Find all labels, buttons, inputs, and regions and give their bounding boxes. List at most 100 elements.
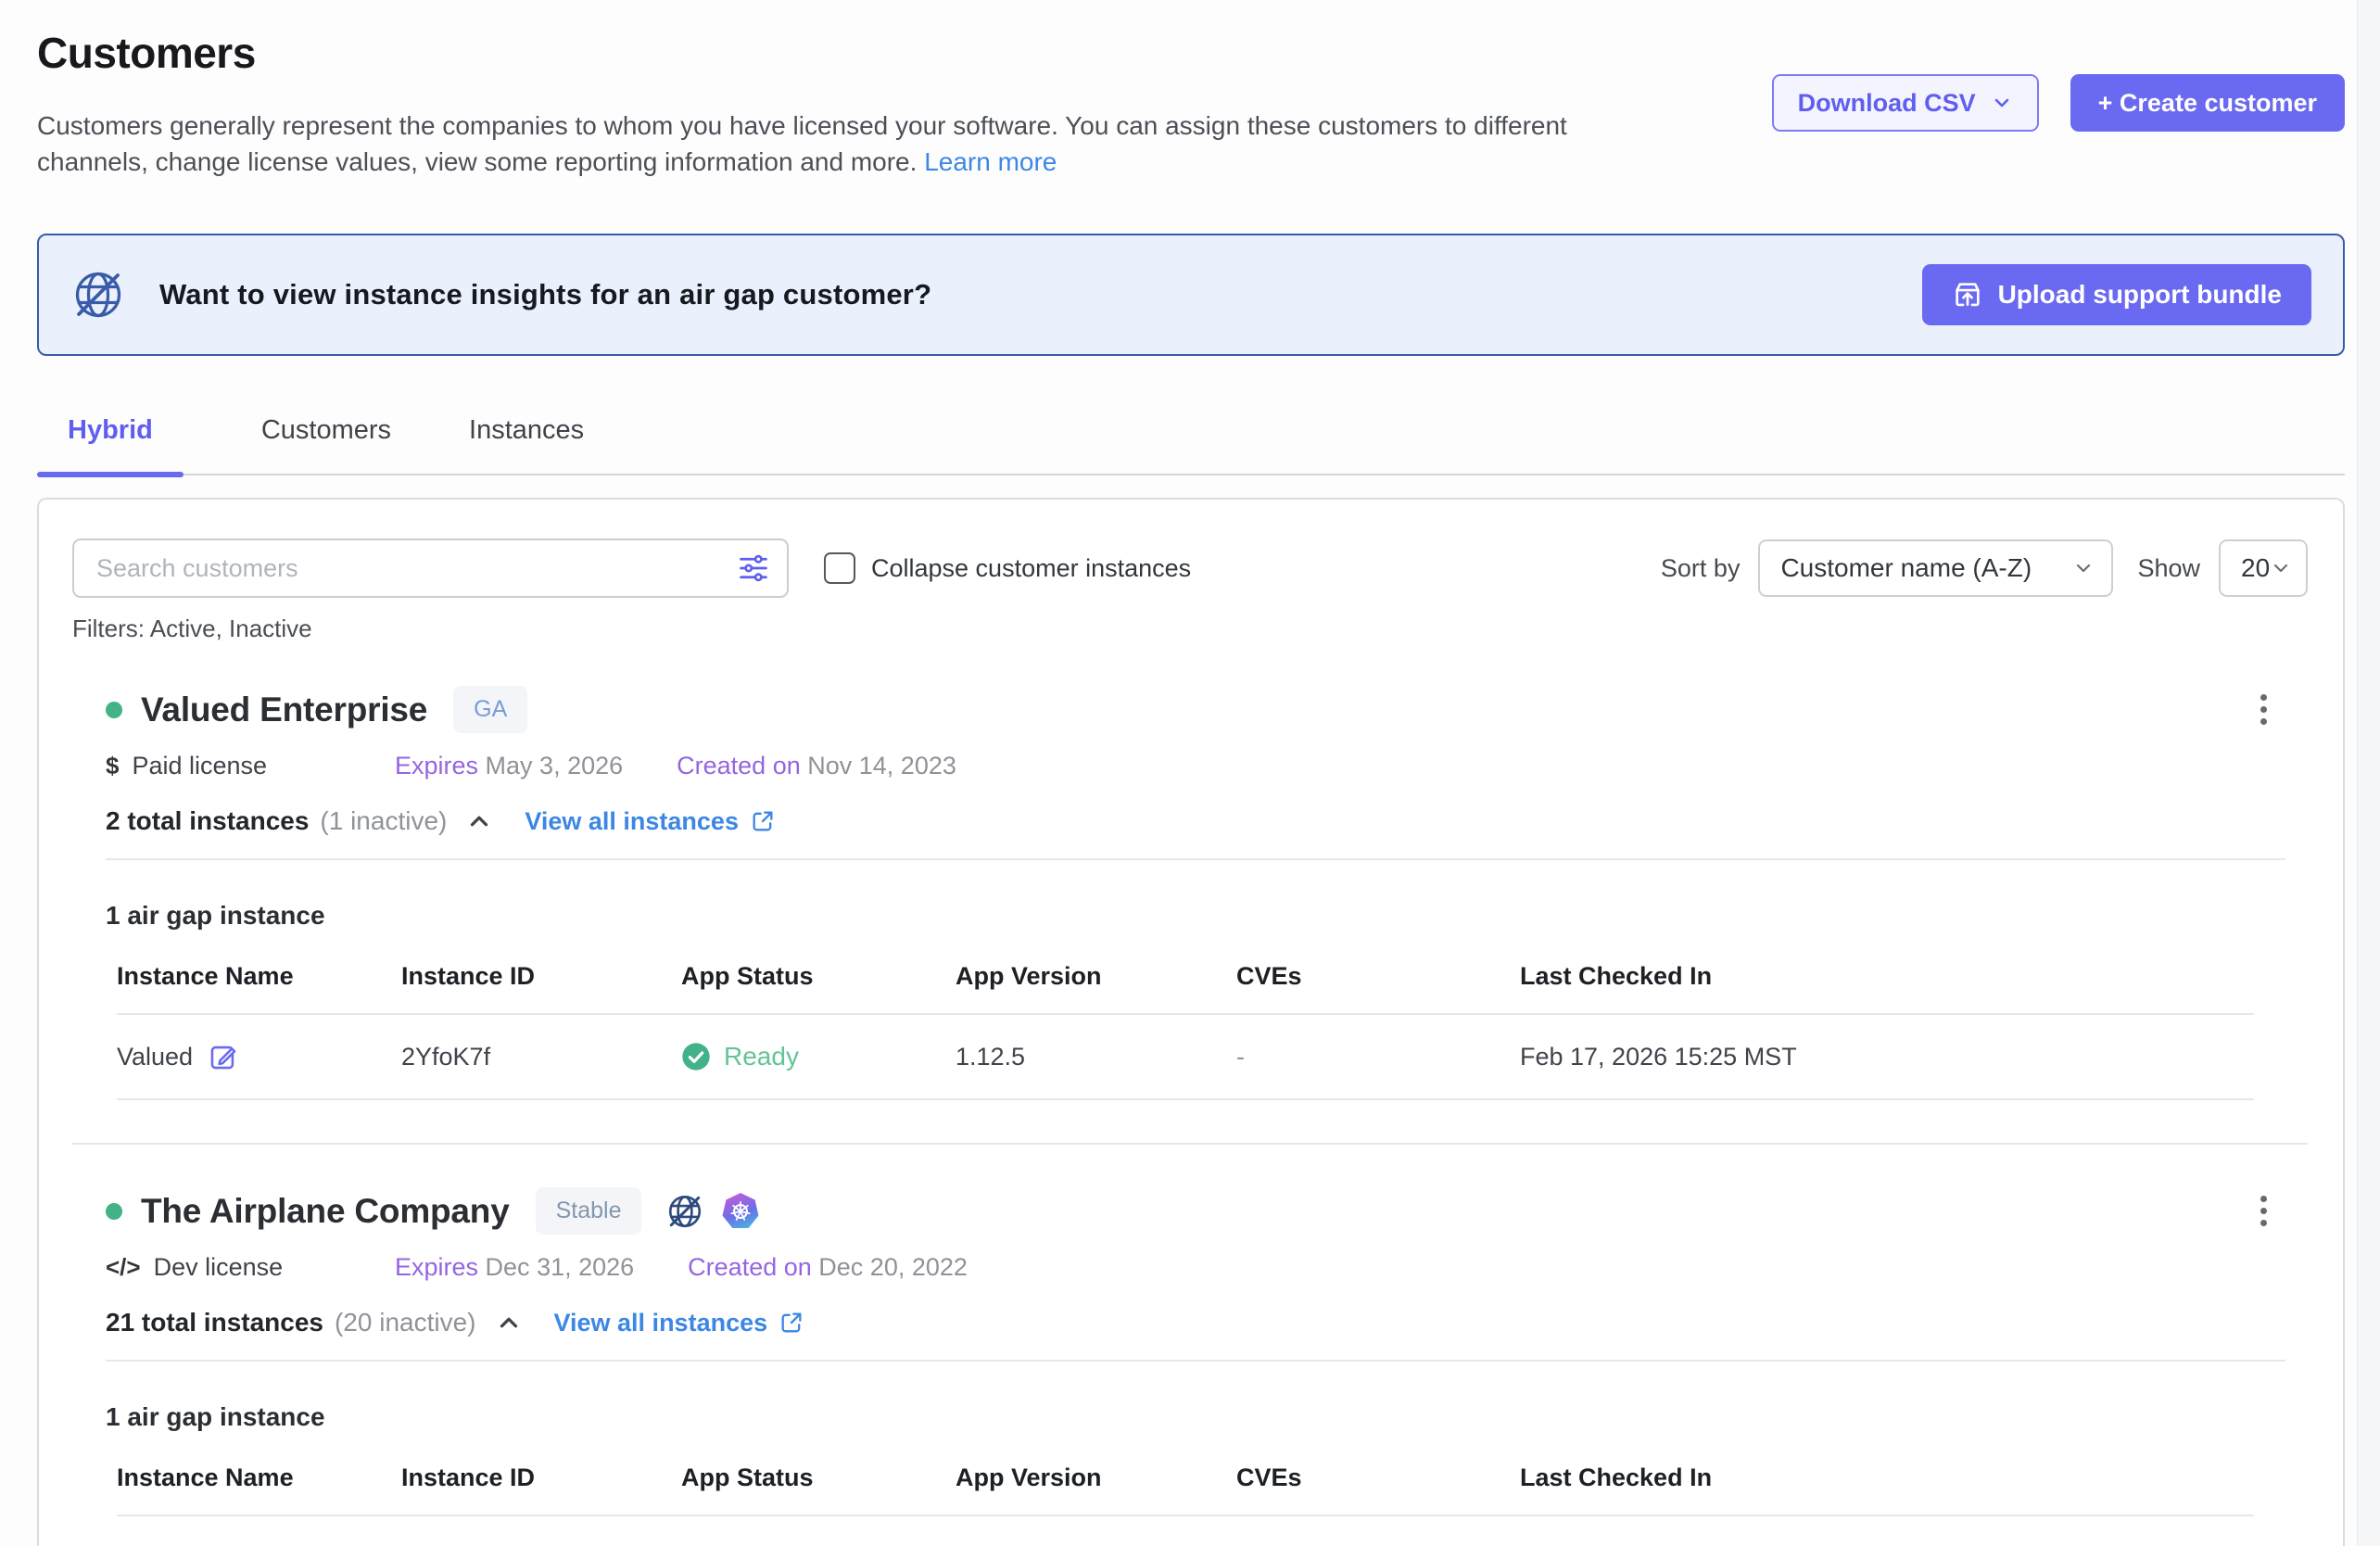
collapse-instances-checkbox[interactable] xyxy=(824,552,855,584)
instance-name: Valued xyxy=(117,1043,193,1071)
app-status-cell: Ready xyxy=(681,1042,956,1071)
search-wrap xyxy=(72,539,789,598)
collapse-instances-label: Collapse customer instances xyxy=(871,554,1191,583)
toolbar-right: Sort by Customer name (A-Z) Show 20 xyxy=(1661,539,2308,597)
customer-name[interactable]: The Airplane Company xyxy=(141,1192,510,1231)
section-divider xyxy=(106,858,2285,860)
table-header-row: Instance Name Instance ID App Status App… xyxy=(117,1464,2254,1516)
license-type: </> Dev license xyxy=(106,1253,395,1282)
chevron-down-icon xyxy=(2072,557,2095,579)
customer-menu-button[interactable] xyxy=(2255,1190,2272,1232)
customer-name[interactable]: Valued Enterprise xyxy=(141,691,427,729)
view-all-instances-link[interactable]: View all instances xyxy=(525,807,776,836)
customer-capability-icons xyxy=(665,1192,760,1231)
sort-select-value: Customer name (A-Z) xyxy=(1780,553,2032,583)
instances-summary-row: 21 total instances (20 inactive) View al… xyxy=(106,1308,2291,1337)
external-link-icon xyxy=(779,1310,804,1336)
col-cves: CVEs xyxy=(1236,1464,1520,1492)
view-all-instances-label: View all instances xyxy=(525,807,739,836)
total-instances-count: 21 total instances xyxy=(106,1308,323,1337)
tab-customers[interactable]: Customers xyxy=(261,415,391,474)
airgap-instance-count: 1 air gap instance xyxy=(106,1402,2291,1432)
customers-panel: Collapse customer instances Sort by Cust… xyxy=(37,498,2345,1546)
channel-badge: GA xyxy=(453,686,527,733)
page-header: Customers Customers generally represent … xyxy=(37,28,2345,180)
col-app-version: App Version xyxy=(956,962,1236,991)
tab-hybrid[interactable]: Hybrid xyxy=(37,415,184,474)
customers-page: Customers Customers generally represent … xyxy=(0,0,2380,1546)
section-divider xyxy=(106,1360,2285,1362)
col-app-status: App Status xyxy=(681,1464,956,1492)
create-customer-label: + Create customer xyxy=(2098,89,2317,118)
customer-menu-button[interactable] xyxy=(2255,689,2272,730)
view-all-instances-link[interactable]: View all instances xyxy=(554,1309,805,1337)
inactive-instances-note: (20 inactive) xyxy=(335,1308,476,1337)
show-select[interactable]: 20 xyxy=(2219,539,2308,597)
upload-support-bundle-label: Upload support bundle xyxy=(1998,280,2282,310)
filter-sliders-icon[interactable] xyxy=(737,551,770,585)
cves-value: - xyxy=(1236,1043,1520,1071)
header-actions: Download CSV + Create customer xyxy=(1772,74,2345,132)
airgap-banner: Want to view instance insights for an ai… xyxy=(37,234,2345,356)
upload-support-bundle-button[interactable]: Upload support bundle xyxy=(1922,264,2311,325)
license-type: $ Paid license xyxy=(106,752,395,780)
col-cves: CVEs xyxy=(1236,962,1520,991)
chevron-down-icon xyxy=(2270,557,2292,579)
col-last-checked-in: Last Checked In xyxy=(1520,1464,2254,1492)
active-status-dot xyxy=(106,702,122,718)
expires-pair: Expires May 3, 2026 xyxy=(395,752,623,780)
instances-summary-row: 2 total instances (1 inactive) View all … xyxy=(106,806,2291,836)
col-instance-id: Instance ID xyxy=(401,962,681,991)
airgap-globe-icon xyxy=(70,267,126,323)
sort-select[interactable]: Customer name (A-Z) xyxy=(1758,539,2113,597)
toolbar: Collapse customer instances Sort by Cust… xyxy=(72,539,2308,598)
page-scrollbar-gutter[interactable] xyxy=(2357,0,2380,1546)
created-pair: Created on Dec 20, 2022 xyxy=(688,1253,968,1282)
external-link-icon xyxy=(750,808,776,834)
customer-card-valued-enterprise: Valued Enterprise GA $ Paid license Expi… xyxy=(106,686,2291,1100)
chevron-down-icon xyxy=(1991,92,2013,114)
upload-bundle-icon xyxy=(1952,279,1983,310)
app-status: Ready xyxy=(724,1042,799,1071)
download-csv-button[interactable]: Download CSV xyxy=(1772,74,2039,132)
col-last-checked-in: Last Checked In xyxy=(1520,962,2254,991)
edit-icon[interactable] xyxy=(208,1041,239,1072)
customer-header: Valued Enterprise GA xyxy=(106,686,2291,733)
instance-id: 2YfoK7f xyxy=(401,1043,681,1071)
created-date: Dec 20, 2022 xyxy=(818,1253,968,1281)
table-header-row: Instance Name Instance ID App Status App… xyxy=(117,962,2254,1015)
airgap-instance-count: 1 air gap instance xyxy=(106,901,2291,931)
expires-label: Expires xyxy=(395,752,478,779)
total-instances-count: 2 total instances xyxy=(106,806,309,836)
license-type-label: Paid license xyxy=(132,752,267,780)
page-description: Customers generally represent the compan… xyxy=(37,108,1567,180)
dollar-icon: $ xyxy=(106,752,119,780)
kubernetes-icon xyxy=(721,1192,760,1231)
page-title: Customers xyxy=(37,28,1567,78)
table-row: Valued 2YfoK7f Ready 1. xyxy=(117,1015,2254,1100)
created-on-label: Created on xyxy=(688,1253,812,1281)
expires-date: Dec 31, 2026 xyxy=(486,1253,635,1281)
inactive-instances-note: (1 inactive) xyxy=(320,806,447,836)
col-instance-name: Instance Name xyxy=(117,962,401,991)
airgap-instance-table: Instance Name Instance ID App Status App… xyxy=(117,1464,2254,1516)
tab-bar: Hybrid Customers Instances xyxy=(37,415,2345,475)
created-date: Nov 14, 2023 xyxy=(807,752,956,779)
show-select-value: 20 xyxy=(2241,553,2270,583)
expires-date: May 3, 2026 xyxy=(486,752,624,779)
search-input[interactable] xyxy=(72,539,789,598)
tab-instances[interactable]: Instances xyxy=(469,415,584,474)
app-version: 1.12.5 xyxy=(956,1043,1236,1071)
instance-name-cell: Valued xyxy=(117,1041,401,1072)
airgap-banner-title: Want to view instance insights for an ai… xyxy=(159,278,931,311)
chevron-up-icon[interactable] xyxy=(495,1309,523,1337)
create-customer-button[interactable]: + Create customer xyxy=(2070,74,2345,132)
customer-meta-row: </> Dev license Expires Dec 31, 2026 Cre… xyxy=(106,1253,2291,1282)
airgap-instance-table: Instance Name Instance ID App Status App… xyxy=(117,962,2254,1100)
airgap-globe-icon xyxy=(665,1192,704,1231)
sort-by-label: Sort by xyxy=(1661,554,1741,583)
chevron-up-icon[interactable] xyxy=(465,807,493,835)
learn-more-link[interactable]: Learn more xyxy=(924,147,1057,176)
page-description-line1: Customers generally represent the compan… xyxy=(37,108,1567,144)
last-checked-in: Feb 17, 2026 15:25 MST xyxy=(1520,1043,2254,1071)
